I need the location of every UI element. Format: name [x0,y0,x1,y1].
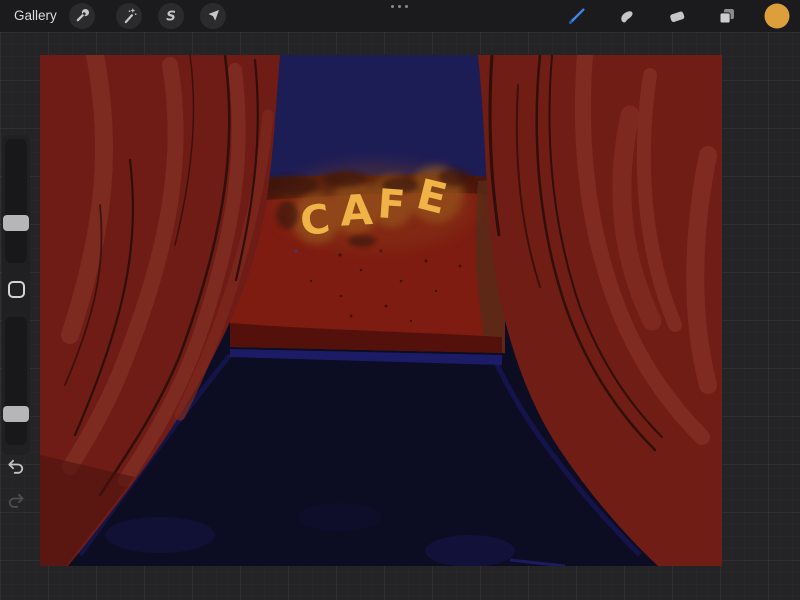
adjustments-button[interactable] [116,3,142,29]
redo-icon [8,493,24,508]
sign-letter: A [339,185,375,236]
smudge-tool-button[interactable] [614,3,640,29]
dot [405,5,408,8]
dot [398,5,401,8]
transform-arrow-icon [208,10,219,21]
smudge-icon [621,11,633,23]
brush-sidebar [2,135,30,455]
magic-wand-icon [124,8,137,24]
transform-button[interactable] [200,3,226,29]
svg-text:S: S [166,10,176,25]
artwork: C A F E [40,55,722,566]
color-button[interactable] [764,3,790,29]
actions-button[interactable] [69,3,95,29]
undo-icon [8,459,24,474]
color-swatch [764,3,790,29]
erase-tool-button[interactable] [664,3,690,29]
layers-button[interactable] [714,3,740,29]
sign-letter: F [376,181,406,229]
opacity-slider[interactable] [5,317,27,445]
opacity-handle[interactable] [3,406,29,422]
undo-button[interactable] [4,455,28,479]
top-toolbar: Gallery S [0,0,800,32]
selection-button[interactable]: S [158,3,184,29]
selection-s-icon: S [166,10,176,25]
brush-size-handle[interactable] [3,215,29,231]
artwork-canvas[interactable]: C A F E [40,55,722,566]
brush-size-slider[interactable] [5,139,27,263]
layers-icon [719,9,734,24]
multitasking-indicator[interactable] [391,5,408,8]
redo-button[interactable] [4,489,28,513]
paint-tool-button[interactable] [564,3,590,29]
dot [391,5,394,8]
gallery-button[interactable]: Gallery [14,0,57,32]
eraser-icon [670,11,685,23]
modify-button[interactable] [8,281,25,298]
paintbrush-icon [569,8,585,24]
wrench-icon [76,8,90,22]
